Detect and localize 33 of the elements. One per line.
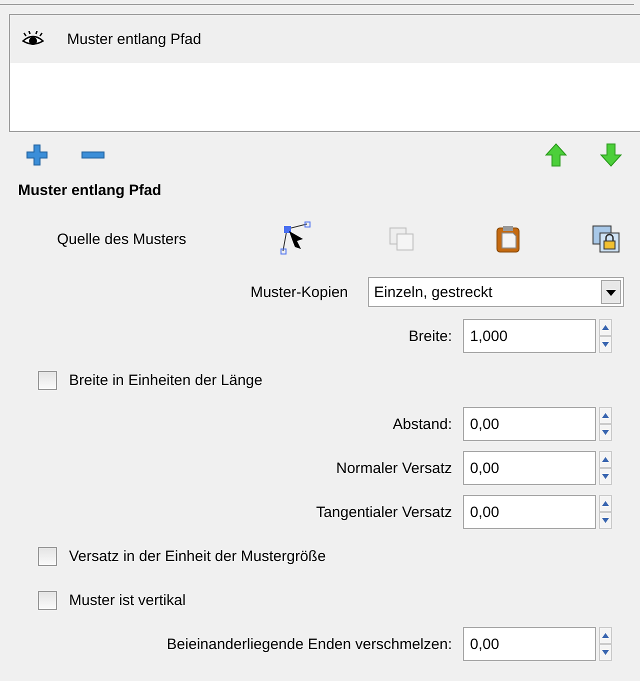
checkbox-label: Muster ist vertikal	[69, 592, 186, 608]
checkbox[interactable]	[38, 370, 57, 390]
copies-dropdown[interactable]: Einzeln, gestreckt	[368, 277, 624, 307]
field-label: Muster-Kopien	[249, 284, 349, 300]
number-field[interactable]: 1,000	[463, 319, 596, 353]
spin-buttons-icon[interactable]	[599, 627, 612, 661]
spin-buttons-icon[interactable]	[599, 407, 612, 441]
field-label: Abstand:	[392, 416, 453, 432]
field-label: Breite:	[408, 328, 453, 344]
remove-icon[interactable]	[81, 150, 105, 160]
checkbox[interactable]	[38, 590, 57, 610]
section-title: Muster entlang Pfad	[17, 181, 162, 201]
spin-buttons-icon[interactable]	[599, 451, 612, 485]
add-icon[interactable]	[25, 143, 49, 167]
effect-name: Muster entlang Pfad	[67, 30, 202, 48]
checkbox[interactable]	[38, 546, 57, 566]
checkbox-label: Versatz in der Einheit der Mustergröße	[69, 548, 326, 564]
effect-item[interactable]: Muster entlang Pfad	[10, 15, 640, 63]
field-label: Quelle des Musters	[57, 230, 188, 248]
number-field[interactable]: 0,00	[463, 407, 596, 441]
arrow-up-icon[interactable]	[545, 143, 567, 167]
field-label: Beieinanderliegende Enden verschmelzen:	[166, 636, 453, 652]
field-label: Normaler Versatz	[335, 460, 453, 476]
number-field[interactable]: 0,00	[463, 451, 596, 485]
field-label: Tangentialer Versatz	[315, 504, 453, 520]
number-field[interactable]: 0,00	[463, 627, 596, 661]
eye-icon[interactable]	[22, 31, 44, 47]
spin-buttons-icon[interactable]	[599, 495, 612, 529]
number-field[interactable]: 0,00	[463, 495, 596, 529]
linked-copy-icon[interactable]	[591, 224, 621, 254]
checkbox-label: Breite in Einheiten der Länge	[69, 372, 262, 388]
arrow-down-icon[interactable]	[600, 143, 622, 167]
spin-buttons-icon[interactable]	[599, 319, 612, 353]
